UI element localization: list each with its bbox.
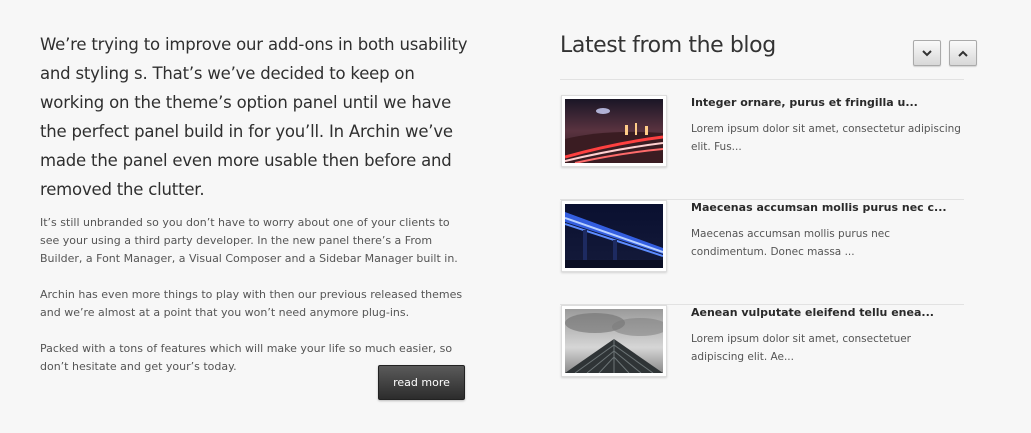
read-more-button[interactable]: read more [378, 365, 465, 400]
carousel-next-button[interactable] [913, 40, 941, 66]
post-excerpt: Maecenas accumsan mollis purus nec condi… [691, 228, 891, 258]
post-title-link[interactable]: Integer ornare, purus et fringilla u... [691, 95, 961, 111]
post-thumbnail[interactable] [561, 200, 667, 272]
intro-paragraph: It’s still unbranded so you don’t have t… [40, 216, 458, 265]
blog-section: Latest from the blog Integer ornare, pur… [560, 28, 977, 377]
blog-post-item: Maecenas accumsan mollis purus nec c... … [560, 200, 964, 305]
city-night-image [565, 99, 663, 163]
building-sky-image [565, 309, 663, 373]
blog-post-item: Aenean vulputate eleifend tellu enea... … [560, 305, 964, 385]
chevron-down-icon [922, 49, 932, 56]
divider [560, 79, 964, 80]
bridge-night-image [565, 204, 663, 268]
post-excerpt: Lorem ipsum dolor sit amet, consectetur … [691, 123, 961, 153]
post-title-link[interactable]: Maecenas accumsan mollis purus nec c... [691, 200, 961, 216]
blog-post-item: Integer ornare, purus et fringilla u... … [560, 95, 964, 200]
chevron-up-icon [958, 50, 968, 57]
blog-carousel-nav [913, 40, 977, 66]
intro-lead-text: We’re trying to improve our add-ons in b… [40, 35, 468, 199]
intro-paragraph: Archin has even more things to play with… [40, 288, 463, 319]
post-thumbnail[interactable] [561, 305, 667, 377]
carousel-prev-button[interactable] [949, 40, 977, 66]
post-thumbnail[interactable] [561, 95, 667, 167]
post-title-link[interactable]: Aenean vulputate eleifend tellu enea... [691, 305, 961, 321]
intro-section: We’re trying to improve our add-ons in b… [40, 30, 470, 400]
post-excerpt: Lorem ipsum dolor sit amet, consectetuer… [691, 333, 911, 363]
